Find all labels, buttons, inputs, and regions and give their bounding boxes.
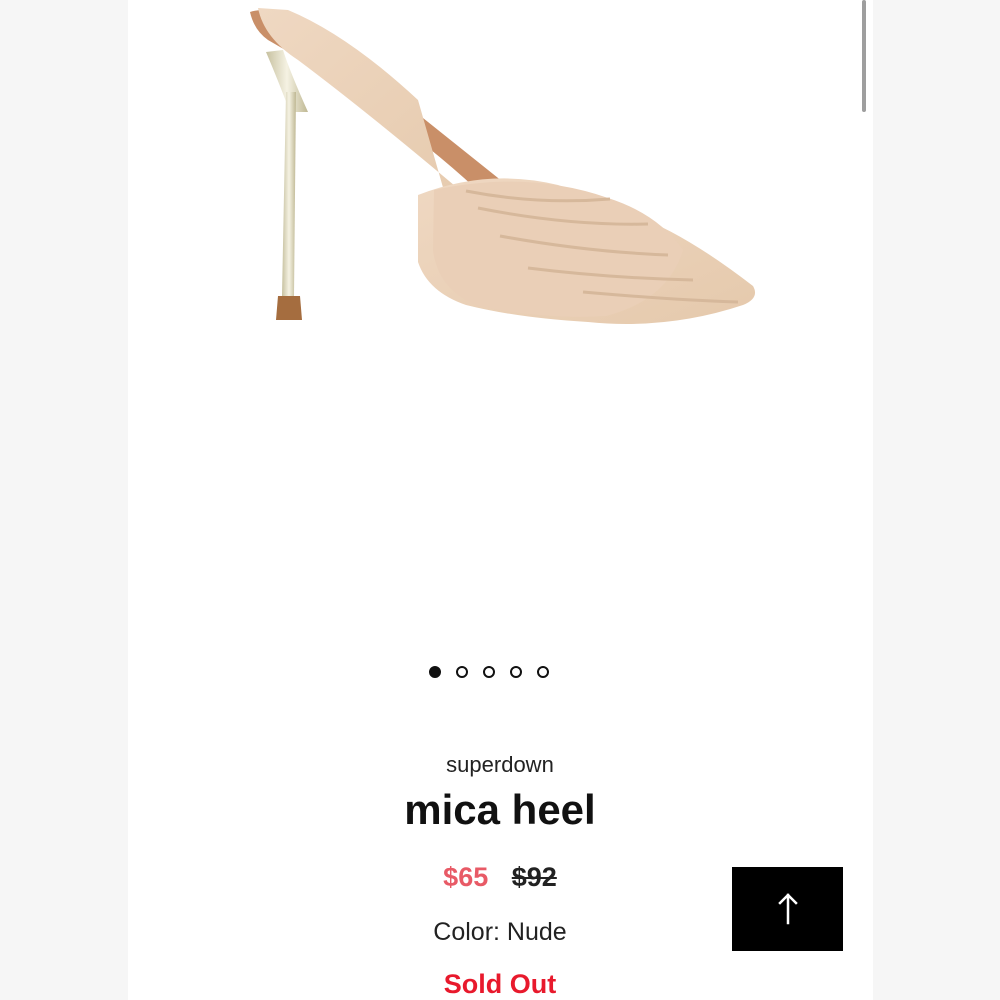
scrollbar[interactable] (862, 0, 866, 112)
color-label: Color: Nude (433, 918, 567, 946)
carousel-dot-1[interactable] (429, 666, 441, 678)
price-row: $65 $92 (360, 862, 640, 893)
carousel-pagination (429, 666, 571, 682)
shoe-illustration (250, 8, 756, 324)
product-page: superdown mica heel $65 $92 Color: Nude … (0, 0, 1000, 1000)
back-to-top-button[interactable] (732, 867, 843, 951)
sold-out-status: Sold Out (443, 969, 557, 999)
carousel-dot-3[interactable] (483, 666, 495, 678)
carousel-dot-4[interactable] (510, 666, 522, 678)
original-price: $92 (511, 862, 557, 892)
brand-name[interactable]: superdown (300, 752, 700, 778)
carousel-dot-5[interactable] (537, 666, 549, 678)
sale-price: $65 (443, 862, 489, 892)
product-image[interactable] (228, 0, 773, 340)
arrow-up-icon (777, 893, 798, 925)
carousel-dot-2[interactable] (456, 666, 468, 678)
product-title: mica heel (404, 786, 596, 833)
